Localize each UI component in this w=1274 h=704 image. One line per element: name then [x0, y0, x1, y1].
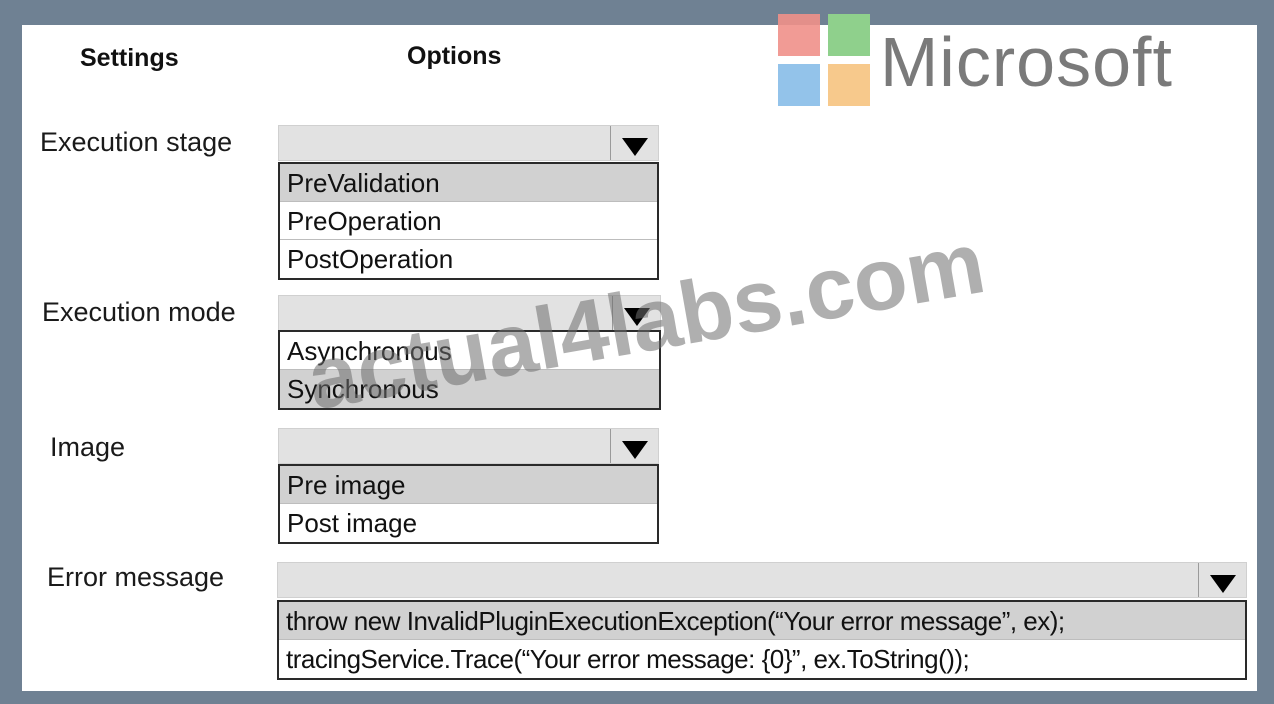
execution-stage-label: Execution stage [40, 127, 233, 157]
error-message-options: throw new InvalidPluginExecutionExceptio… [277, 600, 1247, 680]
image-label: Image [50, 432, 126, 462]
option-post-image[interactable]: Post image [280, 504, 657, 542]
error-message-label: Error message [47, 562, 225, 592]
error-message-dropdown[interactable] [277, 562, 1247, 598]
options-header: Options [407, 42, 502, 70]
dropdown-button[interactable] [610, 126, 658, 160]
logo-blue-square [778, 64, 820, 106]
chevron-down-icon [622, 441, 648, 459]
logo-red-square [778, 14, 820, 56]
option-prevalidation[interactable]: PreValidation [280, 164, 657, 202]
chevron-down-icon [1210, 575, 1236, 593]
image-dropdown[interactable] [278, 428, 659, 464]
dropdown-button[interactable] [612, 296, 660, 330]
option-tracing-service[interactable]: tracingService.Trace(“Your error message… [279, 640, 1245, 678]
execution-mode-options: Asynchronous Synchronous [278, 330, 661, 410]
execution-mode-label: Execution mode [42, 297, 236, 327]
option-pre-image[interactable]: Pre image [280, 466, 657, 504]
option-postoperation[interactable]: PostOperation [280, 240, 657, 278]
image-options: Pre image Post image [278, 464, 659, 544]
logo-yellow-square [828, 64, 870, 106]
execution-mode-dropdown[interactable] [278, 295, 661, 331]
dropdown-button[interactable] [610, 429, 658, 463]
option-asynchronous[interactable]: Asynchronous [280, 332, 659, 370]
option-synchronous[interactable]: Synchronous [280, 370, 659, 408]
option-preoperation[interactable]: PreOperation [280, 202, 657, 240]
option-throw-exception[interactable]: throw new InvalidPluginExecutionExceptio… [279, 602, 1245, 640]
chevron-down-icon [624, 308, 650, 326]
dropdown-button[interactable] [1198, 563, 1246, 597]
microsoft-logo-text: Microsoft [880, 23, 1173, 101]
logo-green-square [828, 14, 870, 56]
execution-stage-dropdown[interactable] [278, 125, 659, 161]
chevron-down-icon [622, 138, 648, 156]
settings-header: Settings [80, 44, 179, 72]
execution-stage-options: PreValidation PreOperation PostOperation [278, 162, 659, 280]
